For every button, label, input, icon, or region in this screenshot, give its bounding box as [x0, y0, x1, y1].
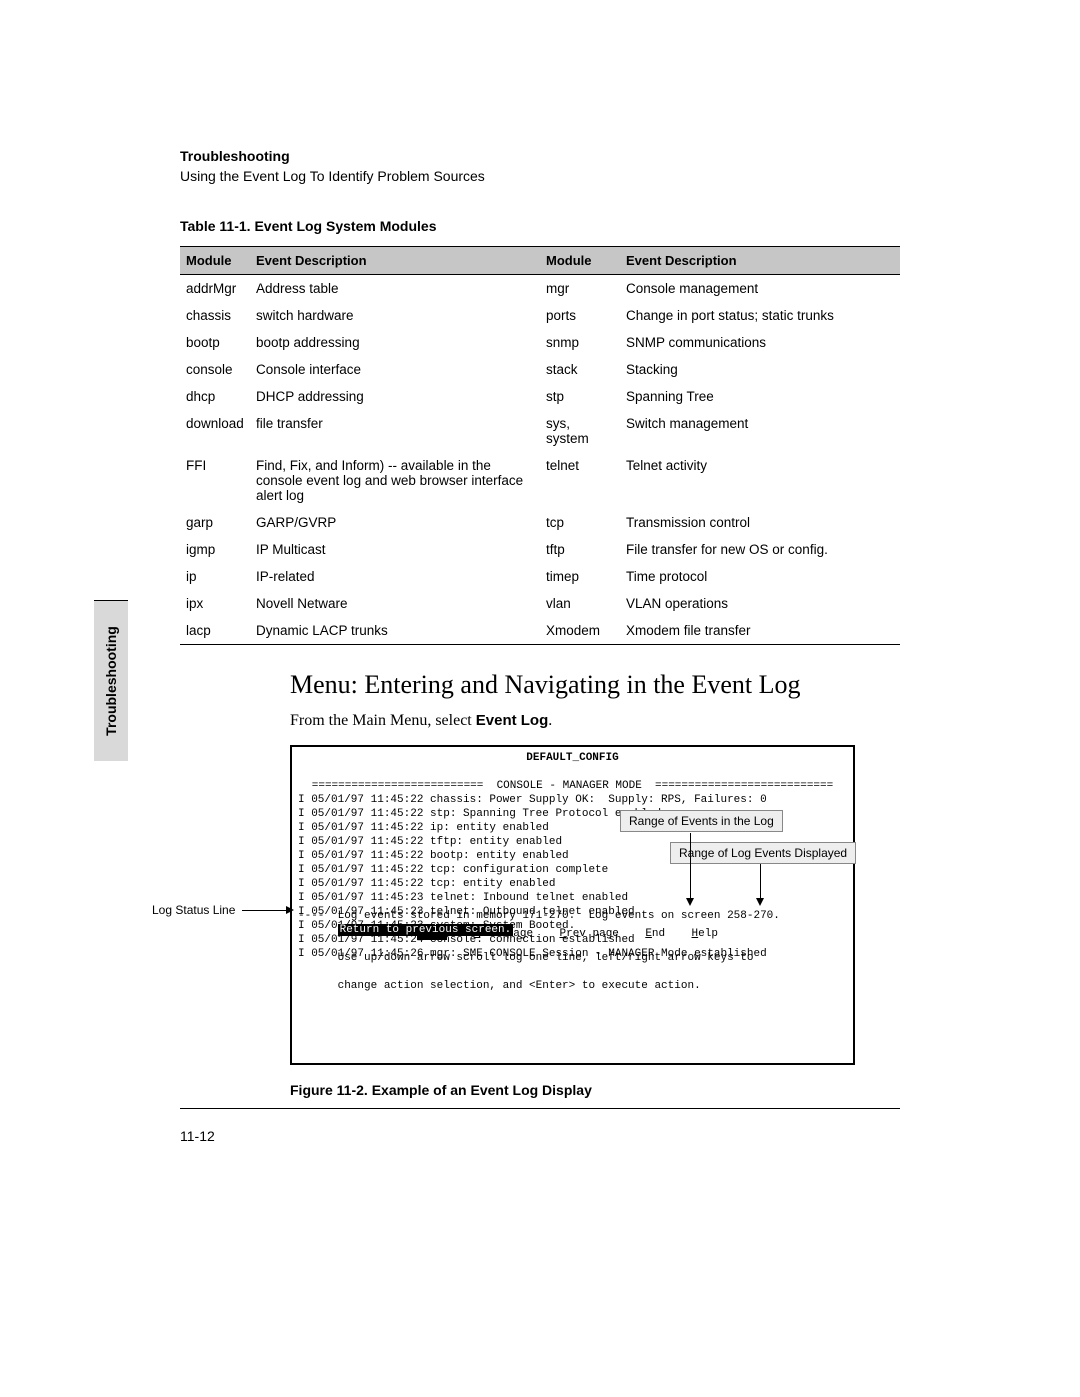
subsection-heading: Menu: Entering and Navigating in the Eve…	[290, 670, 801, 700]
arrow-head-down-icon	[686, 898, 694, 906]
console-log-line: I 05/01/97 11:45:22 tcp: entity enabled	[298, 877, 847, 891]
table-row: ipxNovell NetwarevlanVLAN operations	[180, 590, 900, 617]
table-cell: IP Multicast	[250, 536, 540, 563]
table-cell: lacp	[180, 617, 250, 645]
table-cell: Time protocol	[620, 563, 900, 590]
table-row: FFIFind, Fix, and Inform) -- available i…	[180, 452, 900, 509]
console-log-line: I 05/01/97 11:45:23 telnet: Inbound teln…	[298, 891, 847, 905]
table-cell: sys, system	[540, 410, 620, 452]
callout-range-all: Range of Events in the Log	[620, 810, 783, 832]
table-cell: File transfer for new OS or config.	[620, 536, 900, 563]
section-subheader: Using the Event Log To Identify Problem …	[180, 168, 485, 184]
console-title: DEFAULT_CONFIG	[298, 751, 847, 765]
table-cell: IP-related	[250, 563, 540, 590]
table-cell: garp	[180, 509, 250, 536]
side-tab-label: Troubleshooting	[103, 626, 119, 736]
console-help-2: change action selection, and <Enter> to …	[338, 980, 701, 992]
table-cell: mgr	[540, 275, 620, 303]
table-cell: dhcp	[180, 383, 250, 410]
arrow-head-right-icon	[286, 906, 294, 914]
th-module-2: Module	[540, 247, 620, 275]
table-cell: ports	[540, 302, 620, 329]
console-blank	[298, 765, 847, 779]
table-cell: SNMP communications	[620, 329, 900, 356]
table-cell: Telnet activity	[620, 452, 900, 509]
table-cell: Transmission control	[620, 509, 900, 536]
th-desc-2: Event Description	[620, 247, 900, 275]
console-log-line: I 05/01/97 11:45:22 tcp: configuration c…	[298, 863, 847, 877]
v-line-2	[760, 864, 761, 898]
table-row: igmpIP MulticasttftpFile transfer for ne…	[180, 536, 900, 563]
table-cell: Find, Fix, and Inform) -- available in t…	[250, 452, 540, 509]
table-row: addrMgrAddress tablemgrConsole managemen…	[180, 275, 900, 303]
table-cell: GARP/GVRP	[250, 509, 540, 536]
table-cell: bootp addressing	[250, 329, 540, 356]
console-return-line: Return to previous screen.	[338, 924, 514, 936]
table-cell: bootp	[180, 329, 250, 356]
table-cell: addrMgr	[180, 275, 250, 303]
table-cell: snmp	[540, 329, 620, 356]
subsection-body: From the Main Menu, select Event Log.	[290, 712, 552, 730]
side-tab: Troubleshooting	[94, 600, 128, 761]
body-bold: Event Log	[476, 712, 549, 729]
console-screenshot: DEFAULT_CONFIG =========================…	[290, 745, 855, 1065]
page-number: 11-12	[180, 1128, 215, 1144]
table-cell: Xmodem	[540, 617, 620, 645]
table-cell: Stacking	[620, 356, 900, 383]
figure-caption: Figure 11-2. Example of an Event Log Dis…	[290, 1082, 592, 1098]
table-cell: Switch management	[620, 410, 900, 452]
table-row: consoleConsole interfacestackStacking	[180, 356, 900, 383]
table-cell: Dynamic LACP trunks	[250, 617, 540, 645]
console-divider: ========================== CONSOLE - MAN…	[298, 779, 847, 793]
table-cell: telnet	[540, 452, 620, 509]
console-help-block: Return to previous screen. Use up/down a…	[298, 909, 753, 1007]
table-cell: ip	[180, 563, 250, 590]
table-row: dhcpDHCP addressingstpSpanning Tree	[180, 383, 900, 410]
table-row: chassisswitch hardwareportsChange in por…	[180, 302, 900, 329]
th-module-1: Module	[180, 247, 250, 275]
table-cell: Novell Netware	[250, 590, 540, 617]
table-cell: stp	[540, 383, 620, 410]
v-line-1	[690, 833, 691, 898]
table-cell: timep	[540, 563, 620, 590]
table-cell: chassis	[180, 302, 250, 329]
arrow-line	[242, 910, 286, 911]
table-cell: VLAN operations	[620, 590, 900, 617]
table-cell: Console management	[620, 275, 900, 303]
th-desc-1: Event Description	[250, 247, 540, 275]
callout-log-status: Log Status Line	[152, 903, 235, 917]
table-row: garpGARP/GVRPtcpTransmission control	[180, 509, 900, 536]
section-header: Troubleshooting	[180, 148, 485, 164]
table-cell: tftp	[540, 536, 620, 563]
table-row: downloadfile transfersys, systemSwitch m…	[180, 410, 900, 452]
body-post: .	[548, 712, 552, 729]
table-cell: ipx	[180, 590, 250, 617]
table-cell: Address table	[250, 275, 540, 303]
table-cell: igmp	[180, 536, 250, 563]
table-row: lacpDynamic LACP trunksXmodemXmodem file…	[180, 617, 900, 645]
table-cell: file transfer	[250, 410, 540, 452]
table-cell: switch hardware	[250, 302, 540, 329]
table-row: ipIP-relatedtimepTime protocol	[180, 563, 900, 590]
console-log-line: I 05/01/97 11:45:22 chassis: Power Suppl…	[298, 793, 847, 807]
modules-table: Module Event Description Module Event De…	[180, 246, 900, 645]
table-cell: vlan	[540, 590, 620, 617]
table-row: bootpbootp addressingsnmpSNMP communicat…	[180, 329, 900, 356]
table-cell: download	[180, 410, 250, 452]
table-cell: FFI	[180, 452, 250, 509]
table-cell: Xmodem file transfer	[620, 617, 900, 645]
table-cell: Console interface	[250, 356, 540, 383]
bottom-rule	[180, 1108, 900, 1109]
table-cell: tcp	[540, 509, 620, 536]
callout-range-displayed: Range of Log Events Displayed	[670, 842, 856, 864]
arrow-head-down-icon-2	[756, 898, 764, 906]
console-help-1: Use up/down arrow scroll log one line, l…	[338, 952, 754, 964]
table-cell: Change in port status; static trunks	[620, 302, 900, 329]
table-cell: DHCP addressing	[250, 383, 540, 410]
table-cell: stack	[540, 356, 620, 383]
table-cell: Spanning Tree	[620, 383, 900, 410]
table-caption: Table 11-1. Event Log System Modules	[180, 218, 900, 234]
body-pre: From the Main Menu, select	[290, 712, 476, 729]
table-cell: console	[180, 356, 250, 383]
